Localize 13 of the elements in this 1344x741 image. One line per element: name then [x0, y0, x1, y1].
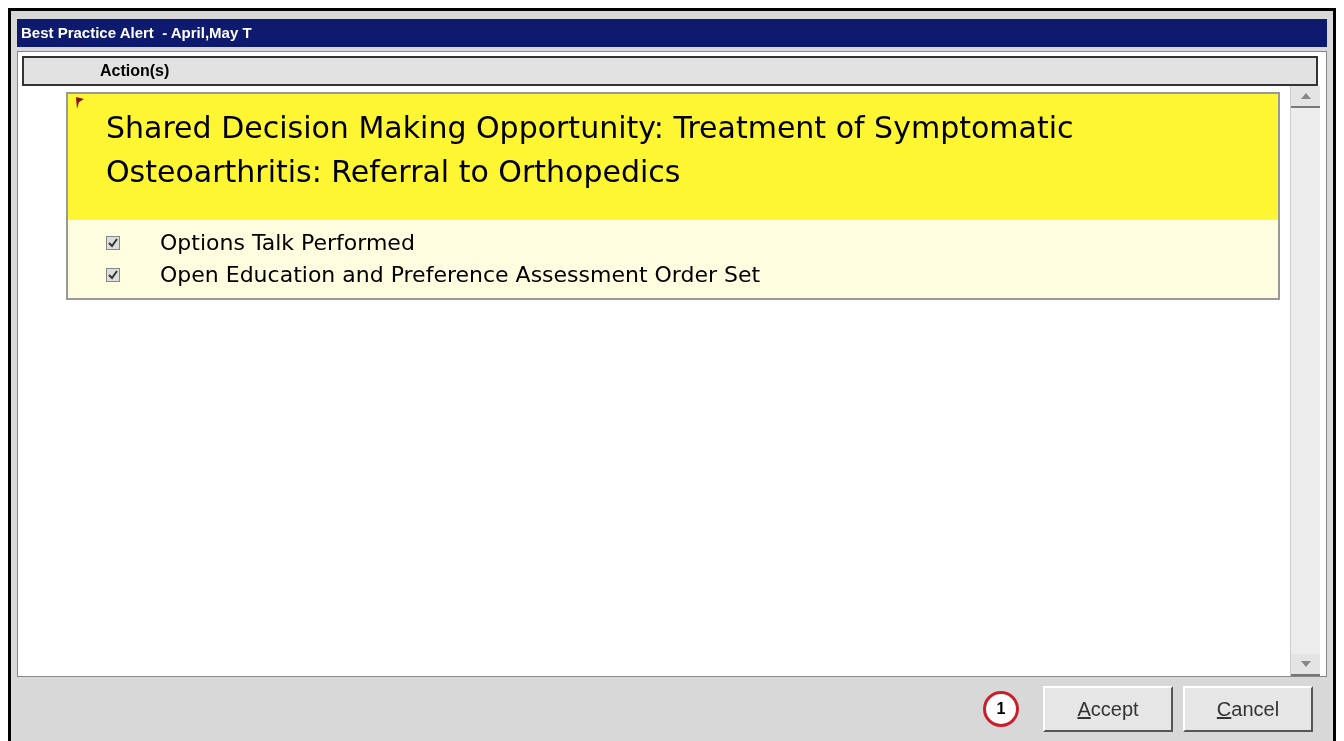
action-label: Open Education and Preference Assessment Order Set	[160, 261, 761, 289]
scroll-up-icon[interactable]	[1291, 86, 1320, 108]
scrollbar[interactable]	[1290, 86, 1320, 676]
checkbox[interactable]	[106, 268, 120, 282]
dialog-button[interactable]: Cancel	[1183, 686, 1313, 732]
action-label: Options Talk Performed	[160, 229, 415, 257]
column-header: Action(s)	[22, 56, 1318, 86]
dialog-button[interactable]: Accept	[1043, 686, 1173, 732]
step-marker: 1	[983, 691, 1019, 727]
window-title: Best Practice Alert - April,May T	[17, 19, 1327, 47]
checkbox[interactable]	[106, 236, 120, 250]
scroll-down-icon[interactable]	[1291, 654, 1320, 676]
alert-title: Shared Decision Making Opportunity: Treatment of Symptomatic Osteoarthritis: Referral to Orthopedics	[106, 109, 1075, 191]
